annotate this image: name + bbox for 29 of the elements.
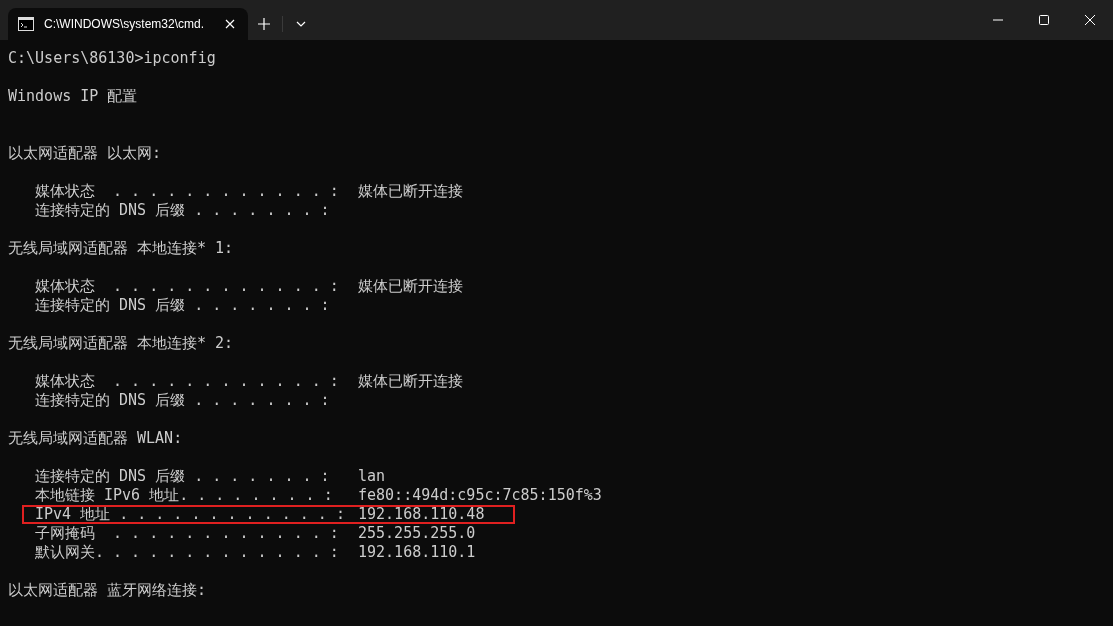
command-line: C:\Users\86130>ipconfig (8, 49, 217, 68)
entry-label: 连接特定的 DNS 后缀 . . . . . . . : (35, 296, 331, 315)
entry-label: 默认网关. . . . . . . . . . . . . : (35, 543, 340, 562)
entry-label: 媒体状态 . . . . . . . . . . . . : (35, 372, 340, 391)
entry-label: 连接特定的 DNS 后缀 . . . . . . . : (35, 391, 331, 410)
entry-label: 连接特定的 DNS 后缀 . . . . . . . : (35, 467, 331, 486)
adapter-title: 以太网适配器 以太网: (8, 144, 163, 163)
output-heading: Windows IP 配置 (8, 87, 139, 106)
entry-value: lan (358, 467, 387, 486)
entry-label: 本地链接 IPv6 地址. . . . . . . . : (35, 486, 334, 505)
console-icon (18, 17, 34, 31)
adapter-title: 无线局域网适配器 WLAN: (8, 429, 184, 448)
entry-label: 媒体状态 . . . . . . . . . . . . : (35, 182, 340, 201)
entry-value: 媒体已断开连接 (358, 277, 464, 296)
entry-label: 媒体状态 . . . . . . . . . . . . : (35, 277, 340, 296)
entry-value: 192.168.110.48 (358, 505, 486, 524)
entry-label: 子网掩码 . . . . . . . . . . . . : (35, 524, 340, 543)
adapter-title: 无线局域网适配器 本地连接* 1: (8, 239, 235, 258)
entry-label: IPv4 地址 . . . . . . . . . . . . : (35, 505, 346, 524)
entry-value: 媒体已断开连接 (358, 372, 464, 391)
entry-value: 255.255.255.0 (358, 524, 477, 543)
adapter-title: 无线局域网适配器 本地连接* 2: (8, 334, 235, 353)
entry-label: 连接特定的 DNS 后缀 . . . . . . . : (35, 201, 331, 220)
terminal-tab[interactable]: C:\WINDOWS\system32\cmd. (8, 8, 248, 40)
adapter-title: 以太网适配器 蓝牙网络连接: (8, 581, 208, 600)
entry-value: 192.168.110.1 (358, 543, 477, 562)
entry-value: fe80::494d:c95c:7c85:150f%3 (358, 486, 602, 505)
entry-value: 媒体已断开连接 (358, 182, 464, 201)
tab-title: C:\WINDOWS\system32\cmd. (44, 17, 205, 31)
